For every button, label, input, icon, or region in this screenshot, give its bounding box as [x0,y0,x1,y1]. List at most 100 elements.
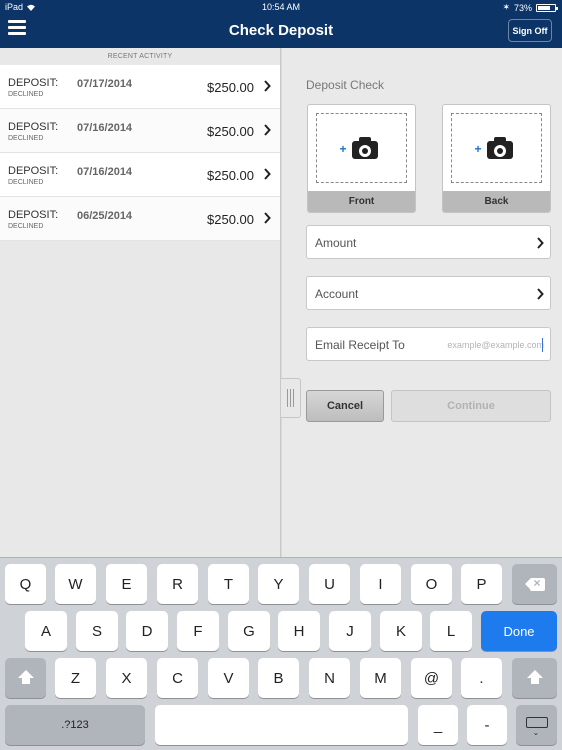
amount-field[interactable]: Amount [306,225,551,259]
back-label: Back [443,191,550,212]
key-t[interactable]: T [208,564,249,604]
activity-status: DECLINED [8,135,44,142]
activity-list: DEPOSIT: DECLINED 07/17/2014 $250.00 DEP… [0,65,280,241]
status-time: 10:54 AM [261,2,301,12]
key-period[interactable]: . [461,658,502,698]
key-w[interactable]: W [55,564,96,604]
email-receipt-label: Email Receipt To [315,338,405,352]
done-key[interactable]: Done [481,611,557,651]
deposit-pane: Deposit Check + Front + Back Amount Acco… [282,48,562,557]
activity-amount: $250.00 [207,124,254,139]
key-underscore[interactable]: _ [418,705,458,745]
activity-type: DEPOSIT: [8,121,59,133]
battery-icon [536,3,558,12]
activity-status: DECLINED [8,179,44,186]
account-label: Account [315,287,359,301]
key-v[interactable]: V [208,658,249,698]
chevron-right-icon [264,168,271,180]
key-d[interactable]: D [126,611,168,651]
activity-amount: $250.00 [207,80,254,95]
back-photo-frame: + [451,113,542,183]
key-n[interactable]: N [309,658,350,698]
page-title: Check Deposit [228,22,334,39]
cancel-button[interactable]: Cancel [306,390,384,422]
keyboard-dismiss-icon: ⌄ [525,717,548,737]
recent-activity-pane: RECENT ACTIVITY DEPOSIT: DECLINED 07/17/… [0,48,281,557]
email-input[interactable] [436,337,544,353]
backspace-key[interactable]: × [512,564,557,604]
add-camera-icon: + [475,136,515,160]
activity-date: 07/16/2014 [77,122,133,134]
status-right: ✶ 73% [502,2,558,13]
activity-row[interactable]: DEPOSIT: DECLINED 06/25/2014 $250.00 [0,197,280,241]
activity-row[interactable]: DEPOSIT: DECLINED 07/16/2014 $250.00 [0,153,280,197]
key-dash[interactable]: - [467,705,507,745]
shift-key-left[interactable] [5,658,46,698]
key-u[interactable]: U [309,564,350,604]
status-bar: iPad 10:54 AM ✶ 73% [0,0,562,14]
key-r[interactable]: R [157,564,198,604]
key-c[interactable]: C [157,658,198,698]
key-g[interactable]: G [228,611,270,651]
activity-type: DEPOSIT: [8,209,59,221]
top-bar: iPad 10:54 AM ✶ 73% Check Deposit Sign O… [0,0,562,48]
key-b[interactable]: B [258,658,299,698]
backspace-icon: × [524,576,545,591]
key-e[interactable]: E [106,564,147,604]
recent-activity-header: RECENT ACTIVITY [107,53,173,60]
shift-icon [17,670,34,686]
shift-icon [526,670,543,686]
activity-type: DEPOSIT: [8,165,59,177]
activity-row[interactable]: DEPOSIT: DECLINED 07/17/2014 $250.00 [0,65,280,109]
battery-percent: 73% [513,2,532,13]
key-o[interactable]: O [411,564,452,604]
back-photo-button[interactable]: + Back [442,104,551,213]
chevron-right-icon [537,288,544,300]
activity-amount: $250.00 [207,212,254,227]
key-h[interactable]: H [278,611,320,651]
on-screen-keyboard: Q W E R T Y U I O P × A S D F G H J K L … [0,557,562,750]
activity-row[interactable]: DEPOSIT: DECLINED 07/16/2014 $250.00 [0,109,280,153]
key-q[interactable]: Q [5,564,46,604]
numbers-key[interactable]: .?123 [5,705,145,745]
activity-status: DECLINED [8,223,44,230]
activity-date: 07/16/2014 [77,166,133,178]
activity-type: DEPOSIT: [8,77,59,89]
key-p[interactable]: P [461,564,502,604]
key-z[interactable]: Z [55,658,96,698]
chevron-right-icon [264,80,271,92]
shift-key-right[interactable] [512,658,557,698]
key-i[interactable]: I [360,564,401,604]
account-field[interactable]: Account [306,276,551,310]
battery-fill [538,5,550,10]
front-photo-frame: + [316,113,407,183]
key-f[interactable]: F [177,611,219,651]
sign-off-button[interactable]: Sign Off [508,19,552,42]
key-s[interactable]: S [76,611,118,651]
chevron-right-icon [264,212,271,224]
key-x[interactable]: X [106,658,147,698]
key-at[interactable]: @ [411,658,452,698]
space-key[interactable] [155,705,408,745]
continue-button[interactable]: Continue [391,390,551,422]
key-l[interactable]: L [430,611,472,651]
amount-label: Amount [315,236,357,250]
key-k[interactable]: K [380,611,422,651]
key-m[interactable]: M [360,658,401,698]
activity-status: DECLINED [8,91,44,98]
bluetooth-icon: ✶ [502,2,510,12]
key-j[interactable]: J [329,611,371,651]
email-receipt-field[interactable]: Email Receipt To [306,327,551,361]
hide-keyboard-key[interactable]: ⌄ [516,705,557,745]
activity-date: 06/25/2014 [77,210,133,222]
front-label: Front [308,191,415,212]
activity-date: 07/17/2014 [77,78,133,90]
chevron-right-icon [537,237,544,249]
key-a[interactable]: A [25,611,67,651]
split-view-handle[interactable] [281,378,301,418]
front-photo-button[interactable]: + Front [307,104,416,213]
key-y[interactable]: Y [258,564,299,604]
activity-amount: $250.00 [207,168,254,183]
add-camera-icon: + [340,136,380,160]
text-cursor [542,338,543,352]
